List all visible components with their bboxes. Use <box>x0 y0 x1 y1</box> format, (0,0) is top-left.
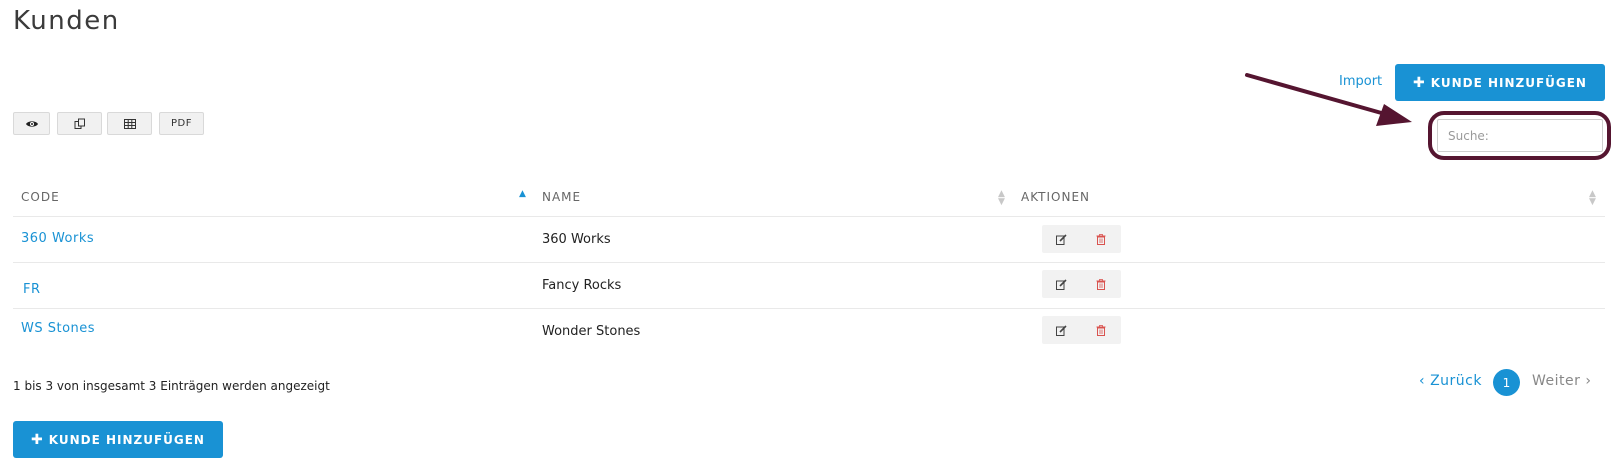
import-link[interactable]: Import <box>1339 74 1382 89</box>
page-title: Kunden <box>13 6 120 36</box>
pagination-next[interactable]: Weiter › <box>1532 373 1591 389</box>
chevron-left-icon: ‹ <box>1419 373 1426 389</box>
row-divider <box>13 308 1605 309</box>
trash-icon <box>1096 233 1106 245</box>
pagination-previous-label: Zurück <box>1430 373 1482 389</box>
sort-ascending-icon: ▲ <box>519 189 526 199</box>
edit-icon <box>1056 278 1067 290</box>
trash-icon <box>1096 278 1106 290</box>
row-actions <box>1042 316 1121 344</box>
view-columns-button[interactable] <box>13 112 50 135</box>
column-header-code[interactable]: CODE <box>21 190 60 204</box>
pagination-page-current[interactable]: 1 <box>1493 369 1520 396</box>
table-header-divider <box>13 216 1605 217</box>
annotation-arrow <box>1245 73 1412 126</box>
edit-button[interactable] <box>1042 316 1082 344</box>
edit-button[interactable] <box>1042 225 1082 253</box>
customer-code-link[interactable]: WS Stones <box>21 321 95 336</box>
table-info: 1 bis 3 von insgesamt 3 Einträgen werden… <box>13 379 330 393</box>
customer-name: 360 Works <box>542 232 611 247</box>
add-customer-button[interactable]: ✚ KUNDE HINZUFÜGEN <box>1395 64 1605 101</box>
chevron-right-icon: › <box>1585 373 1592 389</box>
customer-code-link[interactable]: 360 Works <box>21 231 94 246</box>
row-actions <box>1042 225 1121 253</box>
trash-icon <box>1096 324 1106 336</box>
search-input[interactable] <box>1437 119 1603 152</box>
row-actions <box>1042 270 1121 298</box>
eye-icon <box>25 120 38 127</box>
plus-icon: ✚ <box>1413 74 1426 91</box>
edit-icon <box>1056 324 1067 336</box>
pagination-previous[interactable]: ‹ Zurück <box>1419 373 1482 389</box>
sort-both-icon: ▲ ▼ <box>1589 189 1596 207</box>
edit-icon <box>1056 233 1067 245</box>
excel-export-button[interactable] <box>107 112 152 135</box>
delete-button[interactable] <box>1082 316 1122 344</box>
column-header-aktionen[interactable]: AKTIONEN <box>1021 190 1090 204</box>
add-customer-button-bottom[interactable]: ✚ KUNDE HINZUFÜGEN <box>13 421 223 458</box>
customer-code-link[interactable]: FR <box>23 282 41 297</box>
add-customer-button-label: KUNDE HINZUFÜGEN <box>1430 75 1587 90</box>
table-icon <box>123 118 136 129</box>
customer-name: Wonder Stones <box>542 324 641 339</box>
add-customer-button-label: KUNDE HINZUFÜGEN <box>48 432 205 447</box>
sort-both-icon: ▲ ▼ <box>998 189 1005 207</box>
delete-button[interactable] <box>1082 270 1122 298</box>
row-divider <box>13 262 1605 263</box>
column-header-name[interactable]: NAME <box>542 190 581 204</box>
plus-icon: ✚ <box>31 431 44 448</box>
pdf-export-button[interactable]: PDF <box>159 112 204 135</box>
copy-button[interactable] <box>57 112 102 135</box>
edit-button[interactable] <box>1042 270 1082 298</box>
delete-button[interactable] <box>1082 225 1122 253</box>
customer-name: Fancy Rocks <box>542 278 622 293</box>
copy-icon <box>74 118 85 129</box>
pagination-next-label: Weiter <box>1532 373 1581 389</box>
